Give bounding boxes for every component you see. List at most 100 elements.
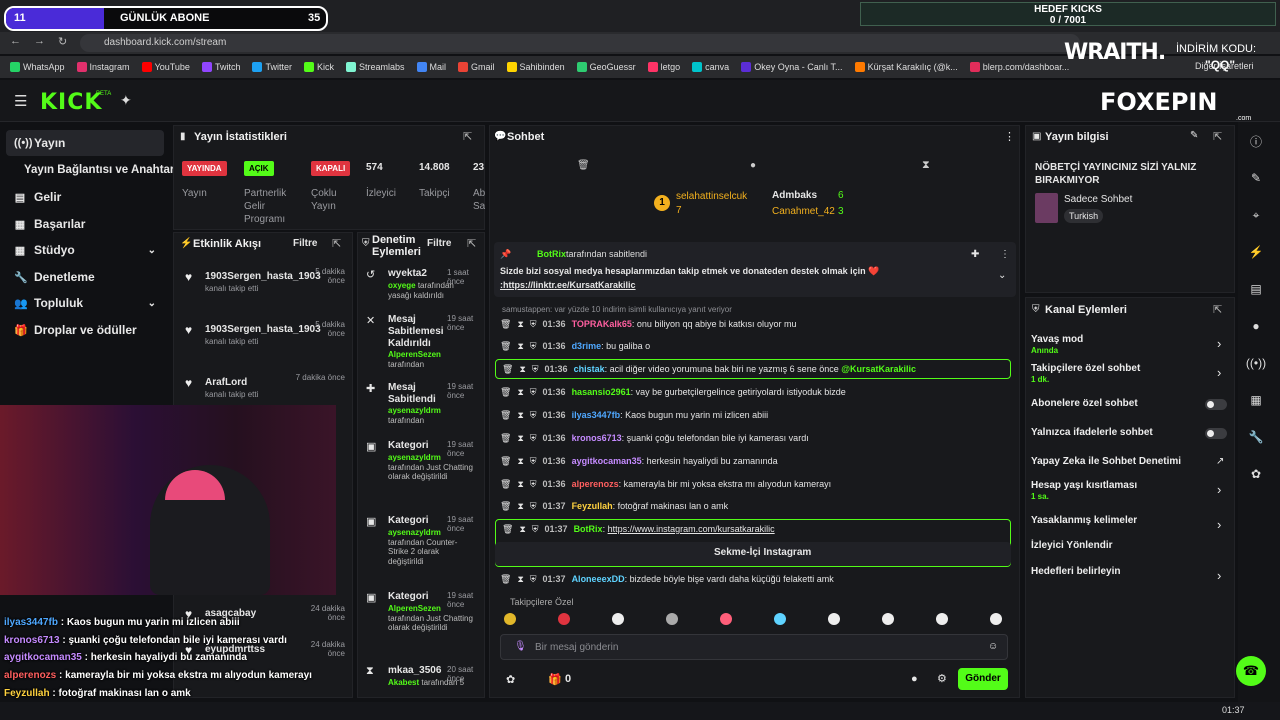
channel-action-label[interactable]: Hesap yaşı kısıtlaması: [1031, 480, 1227, 491]
timeout-icon[interactable]: ⧗: [517, 501, 523, 512]
message-mention[interactable]: @KursatKarakilic: [841, 364, 916, 374]
rail-button[interactable]: ●: [1241, 312, 1271, 340]
bookmark-item[interactable]: canva: [692, 62, 729, 72]
mic-icon[interactable]: 🎙: [514, 641, 527, 652]
channel-popout-icon[interactable]: ⇱: [1213, 303, 1222, 316]
trash-icon[interactable]: 🗑: [500, 410, 511, 421]
timeout-icon[interactable]: ⧗: [517, 319, 523, 330]
ban-icon[interactable]: ⛨: [530, 433, 537, 444]
bookmark-item[interactable]: Streamlabs: [345, 62, 405, 72]
emote[interactable]: [882, 613, 894, 625]
emote[interactable]: [558, 613, 570, 625]
ban-icon[interactable]: ⛨: [532, 364, 539, 375]
rail-button[interactable]: 🔧: [1241, 423, 1271, 451]
bookmark-item[interactable]: YouTube: [141, 62, 190, 72]
external-link-icon[interactable]: ↗: [1216, 456, 1224, 467]
sidebar-item[interactable]: 👥 Topluluk ⌄: [6, 290, 164, 316]
ban-icon[interactable]: ⛨: [530, 501, 537, 512]
rail-button[interactable]: ((•)): [1241, 349, 1271, 377]
moderation-popout-icon[interactable]: ⇱: [467, 237, 476, 250]
emote[interactable]: [774, 613, 786, 625]
timeout-icon[interactable]: ⧗: [517, 433, 523, 444]
message-username[interactable]: AloneeexDD: [572, 574, 625, 584]
message-username[interactable]: chistak: [574, 364, 605, 374]
bookmark-item[interactable]: Gmail: [458, 62, 495, 72]
language-tag[interactable]: Turkish: [1064, 209, 1104, 223]
chat-more-icon[interactable]: ⋮: [1004, 130, 1015, 143]
trash-icon[interactable]: 🗑: [502, 524, 513, 535]
gifter-name[interactable]: Canahmet_42: [772, 206, 835, 217]
channel-action-label[interactable]: İzleyici Yönlendir: [1031, 540, 1227, 551]
sidebar-item[interactable]: ▤ Gelir: [6, 184, 164, 210]
pinned-by-user[interactable]: BotRix: [537, 249, 566, 259]
other-bookmarks[interactable]: Diğer İşaretleri: [1195, 61, 1254, 71]
category-name[interactable]: Sadece Sohbet: [1064, 194, 1132, 205]
trash-icon[interactable]: 🗑: [502, 364, 513, 375]
points-icon[interactable]: ✿: [506, 673, 515, 686]
message-username[interactable]: kronos6713: [572, 433, 622, 443]
hourglass-icon[interactable]: ⧗: [922, 159, 930, 172]
rail-button[interactable]: ⚡: [1241, 238, 1271, 266]
ban-icon[interactable]: ⛨: [530, 574, 537, 585]
channel-action-label[interactable]: Yavaş mod: [1031, 334, 1227, 345]
channel-action-label[interactable]: Yapay Zeka ile Sohbet Denetimi: [1031, 456, 1227, 467]
trash-icon[interactable]: 🗑: [577, 160, 590, 171]
chevron-right-icon[interactable]: ›: [1217, 336, 1221, 351]
message-username[interactable]: hasansio2961: [572, 387, 631, 397]
chevron-right-icon[interactable]: ›: [1217, 568, 1221, 583]
ban-icon[interactable]: ⛨: [530, 341, 537, 352]
channel-action-label[interactable]: Abonelere özel sohbet: [1031, 398, 1227, 409]
message-username[interactable]: aygitkocaman35: [572, 456, 642, 466]
timeout-icon[interactable]: ⧗: [517, 574, 523, 585]
trash-icon[interactable]: 🗑: [500, 341, 511, 352]
gift-icon[interactable]: 🎁: [548, 673, 562, 686]
message-username[interactable]: BotRix: [574, 524, 603, 534]
pin-icon[interactable]: ✦: [120, 92, 132, 109]
bookmark-item[interactable]: blerp.com/dashboar...: [969, 62, 1069, 72]
feed-filter-button[interactable]: Filtre: [293, 238, 317, 249]
sidebar-item[interactable]: Yayın Bağlantısı ve Anahtarı: [6, 157, 178, 183]
trash-icon[interactable]: 🗑: [500, 456, 511, 467]
bookmark-item[interactable]: Kürşat Karakılıç (@k...: [854, 62, 958, 72]
support-icon[interactable]: ☎: [1236, 656, 1266, 686]
rail-button[interactable]: ⌖: [1241, 201, 1271, 229]
ban-icon[interactable]: ⛨: [530, 387, 537, 398]
bookmark-item[interactable]: Okey Oyna - Canlı T...: [741, 62, 843, 72]
sidebar-item[interactable]: ▦ Stüdyo ⌄: [6, 237, 164, 263]
message-link[interactable]: https://www.instagram.com/kursatkarakili…: [608, 524, 775, 534]
bookmark-item[interactable]: WhatsApp: [10, 62, 65, 72]
trash-icon[interactable]: 🗑: [500, 479, 511, 490]
bookmark-item[interactable]: Kick: [303, 62, 334, 72]
emote[interactable]: [720, 613, 732, 625]
rail-button[interactable]: ✿: [1241, 460, 1271, 488]
moderation-actor[interactable]: oxyege: [388, 281, 416, 290]
bookmark-item[interactable]: Twitter: [252, 62, 292, 72]
bookmark-item[interactable]: Twitch: [201, 62, 240, 72]
message-username[interactable]: d3rime: [572, 341, 602, 351]
ban-icon[interactable]: ⛨: [530, 410, 537, 421]
channel-action-label[interactable]: Yasaklanmış kelimeler: [1031, 515, 1227, 526]
menu-icon[interactable]: ☰: [14, 92, 27, 110]
instagram-button[interactable]: Sekme-İçi Instagram: [714, 547, 811, 558]
rail-button[interactable]: ⓘ: [1241, 127, 1271, 155]
channel-action-label[interactable]: Takipçilere özel sohbet: [1031, 363, 1227, 374]
sidebar-item[interactable]: 🔧 Denetleme: [6, 264, 164, 290]
rail-button[interactable]: ▦: [1241, 386, 1271, 414]
rail-button[interactable]: ▤: [1241, 275, 1271, 303]
message-username[interactable]: TOPRAKalk65: [572, 319, 632, 329]
message-username[interactable]: Feyzullah: [572, 501, 613, 511]
emote[interactable]: [612, 613, 624, 625]
emote[interactable]: [666, 613, 678, 625]
channel-action-label[interactable]: Hedefleri belirleyin: [1031, 566, 1227, 577]
unpin-icon[interactable]: ✚: [971, 249, 979, 260]
timeout-icon[interactable]: ⧗: [519, 524, 525, 535]
message-username[interactable]: alperenozs: [572, 479, 619, 489]
timeout-icon[interactable]: ⧗: [517, 479, 523, 490]
moderation-filter-button[interactable]: Filtre: [427, 238, 451, 249]
emote[interactable]: [936, 613, 948, 625]
channel-action-toggle[interactable]: [1205, 399, 1227, 410]
chevron-down-icon[interactable]: ⌄: [998, 270, 1006, 281]
trash-icon[interactable]: 🗑: [500, 387, 511, 398]
trash-icon[interactable]: 🗑: [500, 574, 511, 585]
gear-icon[interactable]: ⚙: [937, 672, 947, 685]
